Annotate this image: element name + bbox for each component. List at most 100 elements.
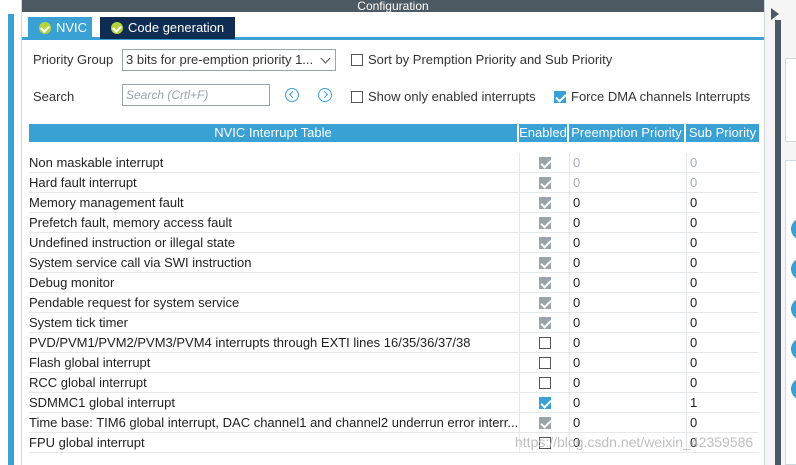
chevron-down-icon <box>320 53 331 64</box>
enabled-cell <box>519 293 569 313</box>
table-row[interactable]: System service call via SWI instruction 0… <box>29 253 759 273</box>
enabled-cell <box>519 173 569 193</box>
enabled-checkbox[interactable] <box>539 377 551 389</box>
enabled-cell <box>519 273 569 293</box>
window-title: Configuration <box>22 0 764 12</box>
check-circle-icon <box>39 22 51 34</box>
tab-bar: NVIC Code generation <box>22 14 764 40</box>
sub-priority-cell[interactable]: 0 <box>686 253 759 273</box>
table-row[interactable]: Non maskable interrupt 0 0 <box>29 153 759 173</box>
enabled-checkbox[interactable] <box>539 397 551 409</box>
interrupt-name: Flash global interrupt <box>29 355 151 370</box>
right-scroll-bar[interactable] <box>775 20 781 465</box>
search-next-icon[interactable] <box>318 88 332 102</box>
table-row[interactable]: Prefetch fault, memory access fault 0 0 <box>29 213 759 233</box>
table-row[interactable]: PVD/PVM1/PVM2/PVM3/PVM4 interrupts throu… <box>29 333 759 353</box>
table-row[interactable]: Flash global interrupt 0 0 <box>29 353 759 373</box>
header-enabled[interactable]: Enabled <box>519 124 569 142</box>
sub-priority-cell[interactable]: 0 <box>686 233 759 253</box>
sub-priority-cell[interactable]: 0 <box>686 413 759 433</box>
sub-priority-cell[interactable]: 0 <box>686 353 759 373</box>
preemption-priority-cell[interactable]: 0 <box>569 293 686 313</box>
table-row[interactable]: Time base: TIM6 global interrupt, DAC ch… <box>29 413 759 433</box>
enabled-cell <box>519 393 569 413</box>
preemption-priority-cell[interactable]: 0 <box>569 393 686 413</box>
preemption-priority-cell[interactable]: 0 <box>569 153 686 173</box>
enabled-cell <box>519 413 569 433</box>
table-row[interactable]: Pendable request for system service 0 0 <box>29 293 759 313</box>
enabled-checkbox[interactable] <box>539 357 551 369</box>
preemption-priority-cell[interactable]: 0 <box>569 273 686 293</box>
enabled-checkbox <box>539 257 551 269</box>
sub-priority-cell[interactable]: 0 <box>686 313 759 333</box>
enabled-checkbox <box>539 417 551 429</box>
sort-by-priority-checkbox[interactable] <box>351 54 363 66</box>
left-panel-strip <box>0 0 22 465</box>
table-row[interactable]: System tick timer 0 0 <box>29 313 759 333</box>
interrupt-name: Pendable request for system service <box>29 295 240 310</box>
force-dma-label: Force DMA channels Interrupts <box>571 89 751 104</box>
interrupt-name: Debug monitor <box>29 275 115 290</box>
search-previous-icon[interactable] <box>285 88 299 102</box>
interrupt-name: Non maskable interrupt <box>29 155 164 170</box>
enabled-checkbox <box>539 197 551 209</box>
preemption-priority-cell[interactable]: 0 <box>569 173 686 193</box>
priority-group-value: 3 bits for pre-emption priority 1... <box>126 52 314 67</box>
enabled-cell <box>519 353 569 373</box>
sub-priority-cell[interactable]: 0 <box>686 293 759 313</box>
table-header: NVIC Interrupt Table Enabled Preemption … <box>29 124 759 142</box>
enabled-checkbox[interactable] <box>539 337 551 349</box>
interrupt-name: Prefetch fault, memory access fault <box>29 215 233 230</box>
table-row[interactable]: Debug monitor 0 0 <box>29 273 759 293</box>
preemption-priority-cell[interactable]: 0 <box>569 233 686 253</box>
interrupt-name: PVD/PVM1/PVM2/PVM3/PVM4 interrupts throu… <box>29 335 471 350</box>
preemption-priority-cell[interactable]: 0 <box>569 353 686 373</box>
tab-label: Code generation <box>128 20 225 35</box>
tab-nvic[interactable]: NVIC <box>28 17 92 39</box>
force-dma-checkbox[interactable] <box>554 91 566 103</box>
search-input[interactable] <box>122 84 270 106</box>
sub-priority-cell[interactable]: 0 <box>686 193 759 213</box>
table-row[interactable]: SDMMC1 global interrupt 0 1 <box>29 393 759 413</box>
header-preemption-priority[interactable]: Preemption Priority <box>569 124 686 142</box>
header-sub-priority[interactable]: Sub Priority <box>686 124 759 142</box>
enabled-checkbox <box>539 317 551 329</box>
tab-code-generation[interactable]: Code generation <box>100 17 235 39</box>
right-panel-strip <box>764 0 796 465</box>
right-side-panel <box>785 58 796 142</box>
preemption-priority-cell[interactable]: 0 <box>569 413 686 433</box>
left-scroll-bar[interactable] <box>8 14 14 465</box>
interrupt-name: Undefined instruction or illegal state <box>29 235 235 250</box>
collapse-arrow-icon[interactable] <box>771 8 779 20</box>
sub-priority-cell[interactable]: 0 <box>686 273 759 293</box>
preemption-priority-cell[interactable]: 0 <box>569 253 686 273</box>
preemption-priority-cell[interactable]: 0 <box>569 313 686 333</box>
table-row[interactable]: Undefined instruction or illegal state 0 0 <box>29 233 759 253</box>
enabled-cell <box>519 333 569 353</box>
interrupt-name: System service call via SWI instruction <box>29 255 252 270</box>
sub-priority-cell[interactable]: 0 <box>686 153 759 173</box>
preemption-priority-cell[interactable]: 0 <box>569 193 686 213</box>
interrupt-name: FPU global interrupt <box>29 435 145 450</box>
preemption-priority-cell[interactable]: 0 <box>569 333 686 353</box>
table-row[interactable]: Memory management fault 0 0 <box>29 193 759 213</box>
interrupt-name: System tick timer <box>29 315 128 330</box>
preemption-priority-cell[interactable]: 0 <box>569 213 686 233</box>
show-only-enabled-checkbox[interactable] <box>351 91 363 103</box>
priority-group-label: Priority Group <box>33 52 114 67</box>
sub-priority-cell[interactable]: 1 <box>686 393 759 413</box>
watermark: https://blog.csdn.net/weixin_42359586 <box>515 434 754 450</box>
enabled-cell <box>519 253 569 273</box>
preemption-priority-cell[interactable]: 0 <box>569 373 686 393</box>
enabled-cell <box>519 373 569 393</box>
sub-priority-cell[interactable]: 0 <box>686 213 759 233</box>
header-interrupt-table[interactable]: NVIC Interrupt Table <box>29 124 519 142</box>
enabled-checkbox <box>539 217 551 229</box>
priority-group-select[interactable]: 3 bits for pre-emption priority 1... <box>122 49 336 71</box>
sub-priority-cell[interactable]: 0 <box>686 333 759 353</box>
show-only-enabled-label: Show only enabled interrupts <box>368 89 536 104</box>
sub-priority-cell[interactable]: 0 <box>686 173 759 193</box>
sub-priority-cell[interactable]: 0 <box>686 373 759 393</box>
table-row[interactable]: Hard fault interrupt 0 0 <box>29 173 759 193</box>
table-row[interactable]: RCC global interrupt 0 0 <box>29 373 759 393</box>
